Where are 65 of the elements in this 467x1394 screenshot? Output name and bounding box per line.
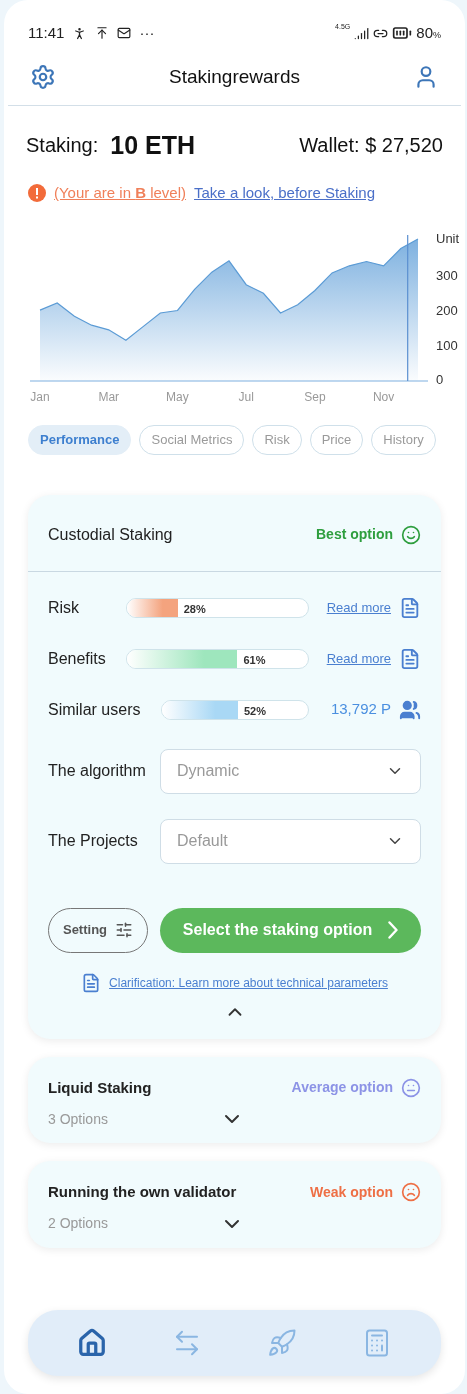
- smile-icon: [401, 524, 421, 545]
- options-count: 2 Options: [48, 1214, 109, 1233]
- clarification-link[interactable]: Clarification: Learn more about technical parameters: [109, 973, 388, 992]
- chart-tab[interactable]: Risk: [252, 424, 302, 455]
- document-icon: [399, 647, 421, 670]
- document-icon: [81, 972, 102, 993]
- read-more-link[interactable]: Read more: [326, 648, 391, 669]
- staking-label: Staking:: [26, 133, 99, 158]
- x-tick-label: Mar: [98, 389, 120, 404]
- progress-reading: 28%: [183, 601, 206, 617]
- status-time: 11:41: [28, 23, 65, 43]
- y-tick-label: 100: [436, 337, 458, 353]
- chart-tab[interactable]: Price: [309, 424, 364, 455]
- chart-tab[interactable]: History: [371, 424, 436, 455]
- chart-tab[interactable]: Social Metrics: [139, 424, 245, 455]
- select-staking-button[interactable]: Select the staking option: [160, 907, 421, 953]
- level-notice: (Your are in B level): [54, 183, 187, 203]
- option-title: Liquid Staking: [48, 1077, 152, 1098]
- upload-icon: [95, 26, 110, 41]
- options-count: 3 Options: [48, 1109, 109, 1129]
- chevron-right-icon: [388, 921, 399, 939]
- app-title: Stakingrewards: [169, 64, 300, 89]
- x-tick-label: Sep: [304, 389, 326, 404]
- settings-icon[interactable]: [30, 63, 56, 90]
- option-card[interactable]: Running the own validator Weak option 2 Options: [28, 1161, 441, 1248]
- sad-face-icon: [401, 1182, 421, 1203]
- metric-label: Similar users: [48, 699, 142, 720]
- user-count: 13,792 P: [330, 699, 391, 720]
- rating-label: Average option: [291, 1078, 393, 1098]
- axis-unit-label: Unit: [436, 230, 460, 246]
- x-tick-label: Jan: [30, 389, 50, 404]
- x-tick-label: May: [166, 389, 189, 404]
- alert-icon: [28, 184, 46, 203]
- option-card[interactable]: Liquid Staking Average option 3 Options: [28, 1056, 441, 1143]
- dropdown-field[interactable]: Default: [160, 818, 421, 864]
- document-icon: [399, 596, 421, 619]
- staking-amount: 10 ETH: [110, 133, 196, 158]
- signal-icon: [354, 25, 370, 41]
- option-title: Custodial Staking: [48, 524, 173, 545]
- dropdown-field[interactable]: Dynamic: [160, 748, 421, 794]
- mail-icon: [117, 26, 132, 41]
- select-label: The Projects: [48, 831, 139, 851]
- home-icon[interactable]: [76, 1328, 107, 1358]
- users-icon: [399, 698, 421, 721]
- x-tick-label: Jul: [238, 389, 254, 404]
- chart-tab[interactable]: Performance: [28, 424, 132, 455]
- x-tick-label: Nov: [372, 389, 395, 404]
- y-tick-label: 200: [436, 302, 458, 318]
- wallet-balance: Wallet: $ 27,520: [299, 133, 443, 158]
- progress-reading: 52%: [243, 703, 266, 719]
- metric-label: Risk: [48, 597, 81, 618]
- y-tick-label: 300: [436, 267, 458, 283]
- progress-reading: 61%: [243, 652, 266, 668]
- neutral-face-icon: [401, 1077, 421, 1098]
- sliders-icon: [115, 921, 134, 939]
- y-tick-label: 0: [436, 371, 444, 387]
- battery-level: 80%: [416, 23, 441, 43]
- take-a-look-link[interactable]: Take a look, before Staking: [194, 182, 375, 205]
- metric-label: Benefits: [48, 648, 107, 669]
- select-label: The algorithm: [48, 761, 147, 781]
- more-indicator: ···: [139, 23, 155, 43]
- read-more-link[interactable]: Read more: [326, 597, 391, 618]
- rating-label: Weak option: [310, 1182, 393, 1202]
- rating-label: Best option: [316, 525, 393, 544]
- option-title: Running the own validator: [48, 1182, 237, 1202]
